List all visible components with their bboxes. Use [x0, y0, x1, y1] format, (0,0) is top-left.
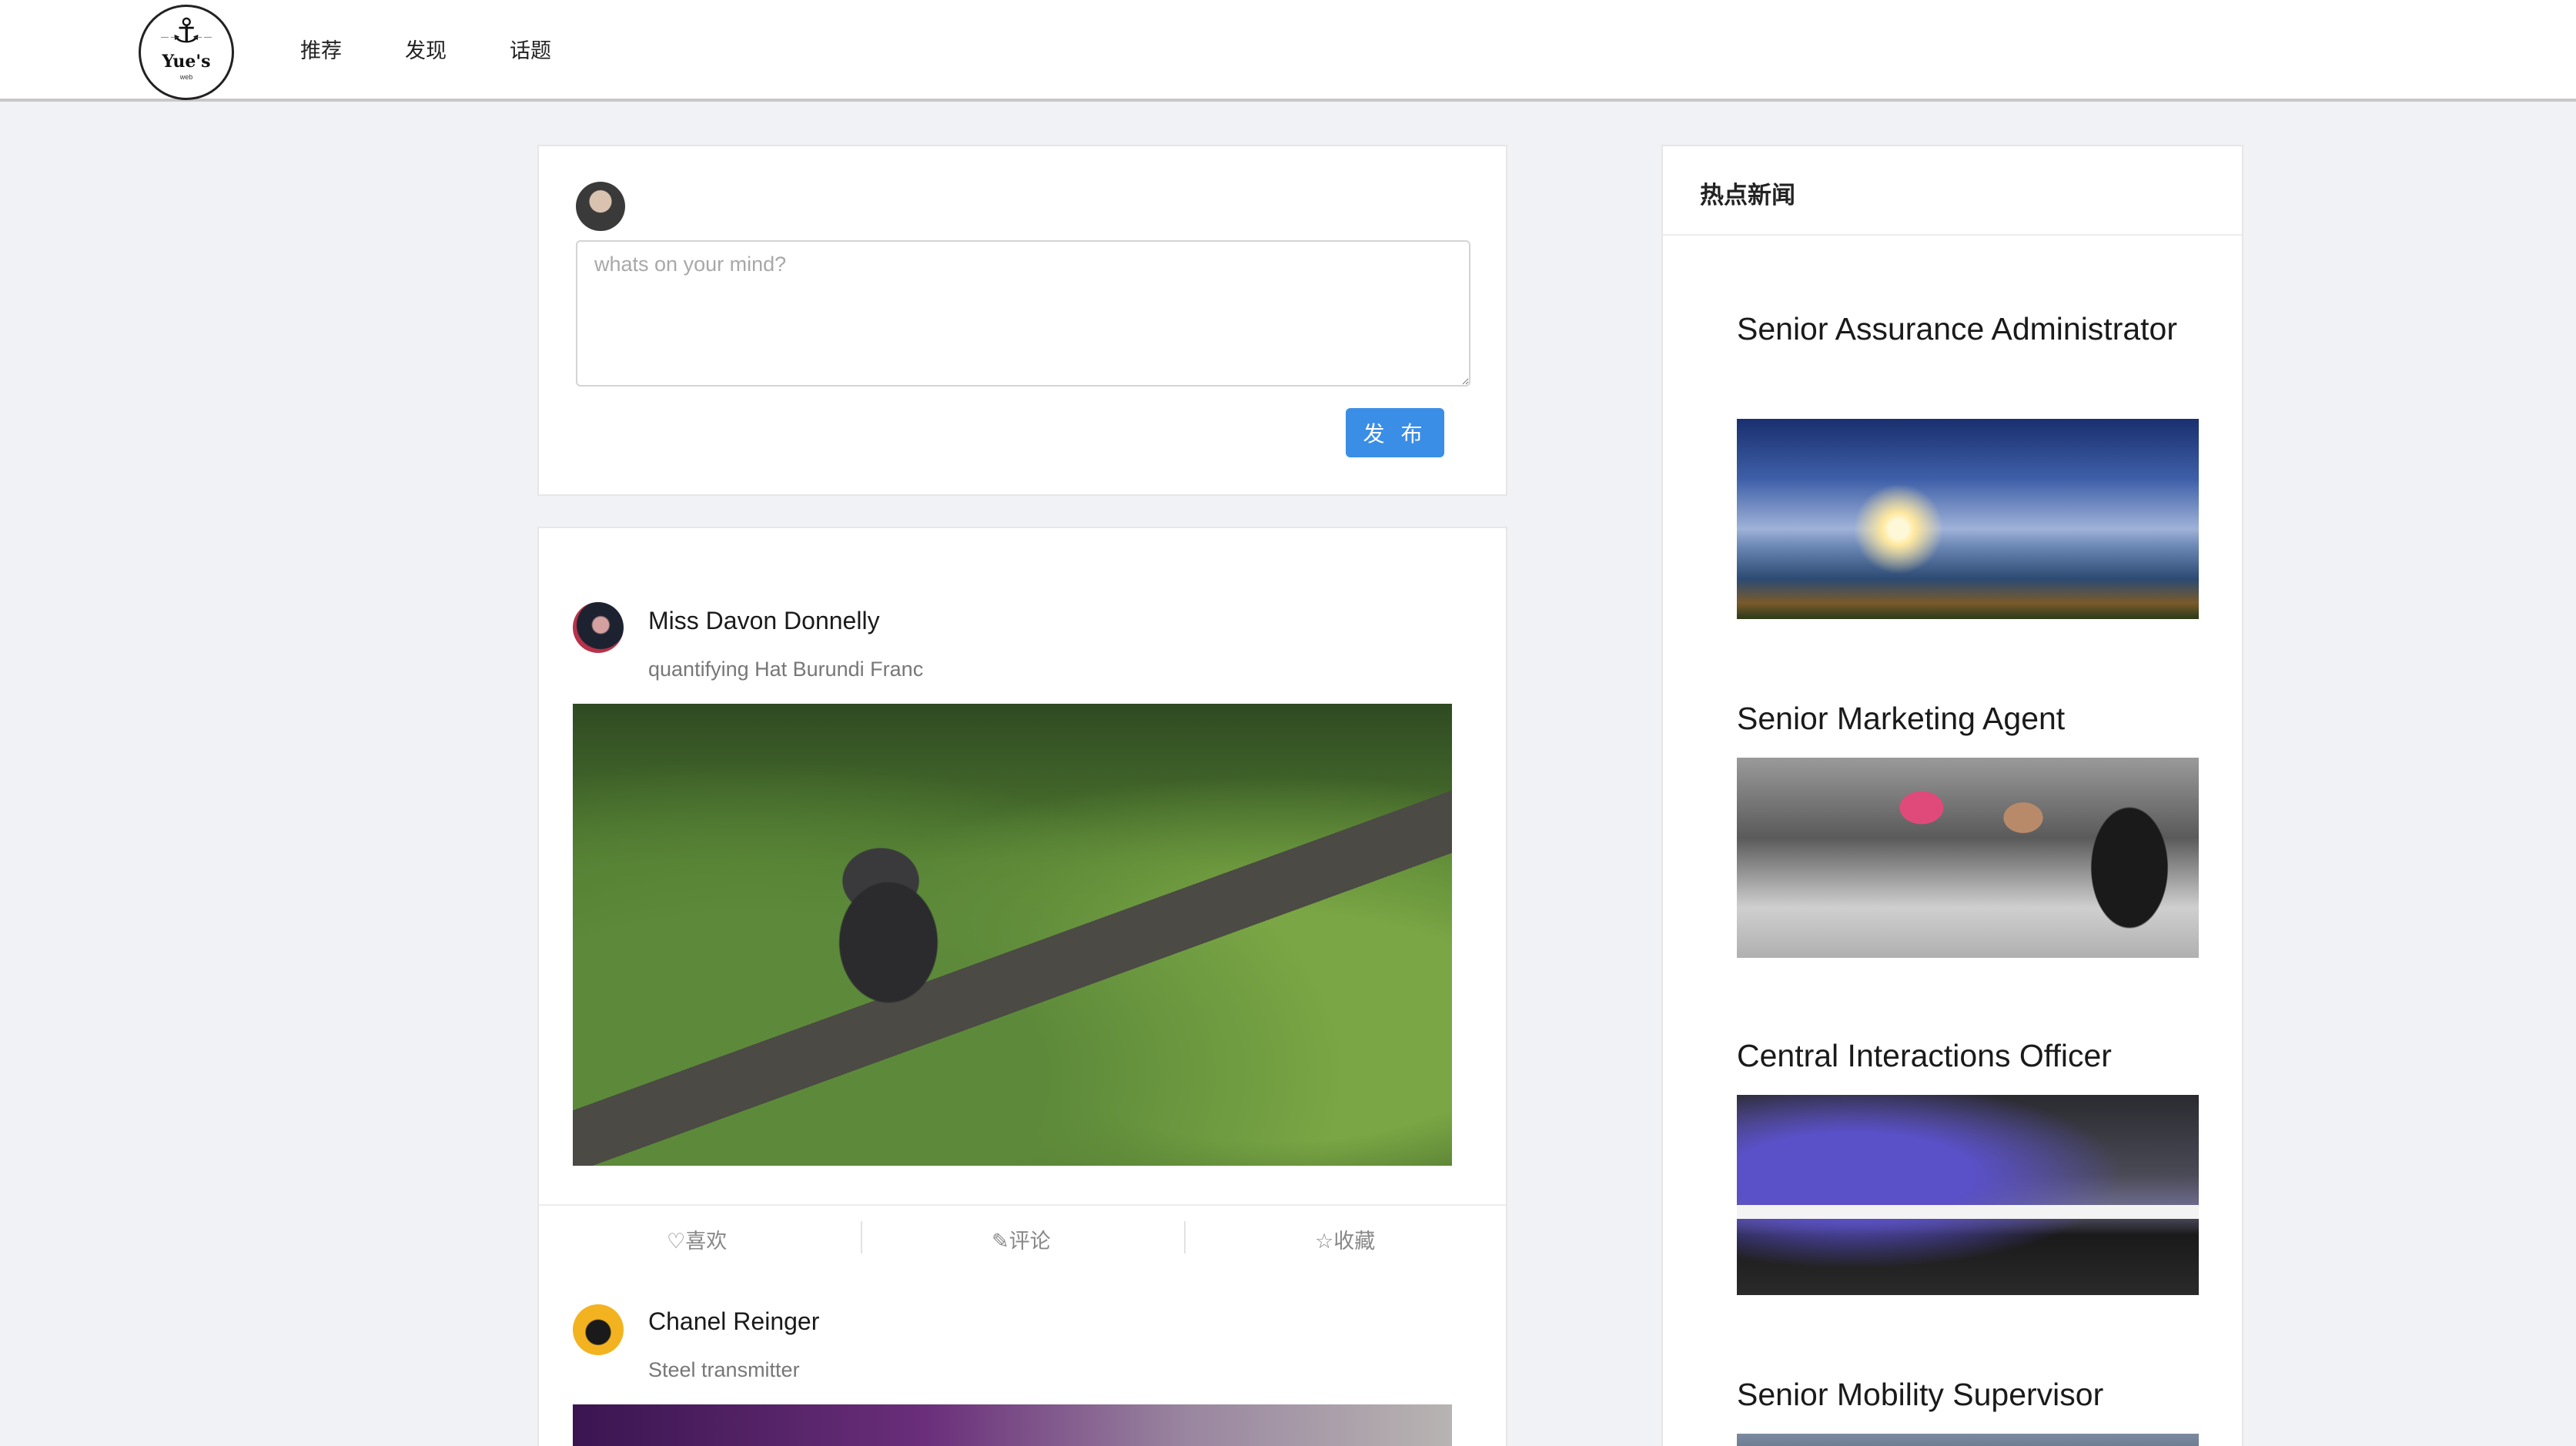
action-separator [861, 1221, 862, 1254]
news-item-title[interactable]: Senior Assurance Administrator [1737, 305, 2199, 353]
nav-recommend[interactable]: 推荐 [300, 34, 342, 64]
post-image[interactable] [573, 704, 1452, 1166]
current-user-avatar[interactable] [576, 182, 625, 231]
news-item-image[interactable] [1737, 1095, 2199, 1295]
site-logo[interactable]: ⚓ — — — — Yue's web [139, 5, 234, 100]
post-author-avatar[interactable] [573, 602, 624, 653]
news-item-image[interactable] [1737, 758, 2199, 958]
logo-subtitle: web [179, 73, 193, 81]
action-separator [1184, 1221, 1186, 1254]
post-image[interactable] [573, 1404, 1452, 1446]
news-item-title[interactable]: Senior Mobility Supervisor [1737, 1371, 2199, 1418]
post-text: Steel transmitter [648, 1358, 800, 1381]
news-item-image[interactable] [1737, 419, 2199, 619]
post-text: quantifying Hat Burundi Franc [648, 658, 924, 681]
favorite-button[interactable]: ☆收藏 [1315, 1224, 1375, 1254]
hot-news-panel: 热点新闻 Senior Assurance Administrator Seni… [1661, 145, 2243, 1446]
logo-name: Yue's [162, 52, 211, 72]
feed: Miss Davon Donnelly quantifying Hat Buru… [537, 527, 1507, 1446]
news-item-title[interactable]: Central Interactions Officer [1737, 1032, 2199, 1079]
post-author-avatar[interactable] [573, 1304, 624, 1355]
panel-divider [1663, 234, 2242, 236]
hot-news-title: 热点新闻 [1700, 182, 1795, 209]
post-author-name[interactable]: Miss Davon Donnelly [648, 607, 880, 635]
news-item-image[interactable] [1737, 1434, 2199, 1446]
nav-discover[interactable]: 发现 [405, 34, 447, 64]
comment-button[interactable]: ✎评论 [992, 1224, 1051, 1254]
post-actions-divider [539, 1204, 1506, 1206]
post-input[interactable] [576, 240, 1470, 387]
logo-ornament-right: — — [194, 33, 212, 42]
logo-ornament-left: — — [161, 33, 179, 42]
publish-button[interactable]: 发 布 [1346, 408, 1444, 457]
nav-topics[interactable]: 话题 [510, 34, 551, 64]
like-button[interactable]: ♡喜欢 [667, 1224, 727, 1254]
anchor-icon: ⚓ [171, 12, 202, 51]
post-composer: 发 布 [537, 145, 1507, 496]
top-navbar: ⚓ — — — — Yue's web 推荐 发现 话题 [0, 0, 2576, 102]
news-item-title[interactable]: Senior Marketing Agent [1737, 695, 2199, 742]
post-author-name[interactable]: Chanel Reinger [648, 1307, 819, 1336]
